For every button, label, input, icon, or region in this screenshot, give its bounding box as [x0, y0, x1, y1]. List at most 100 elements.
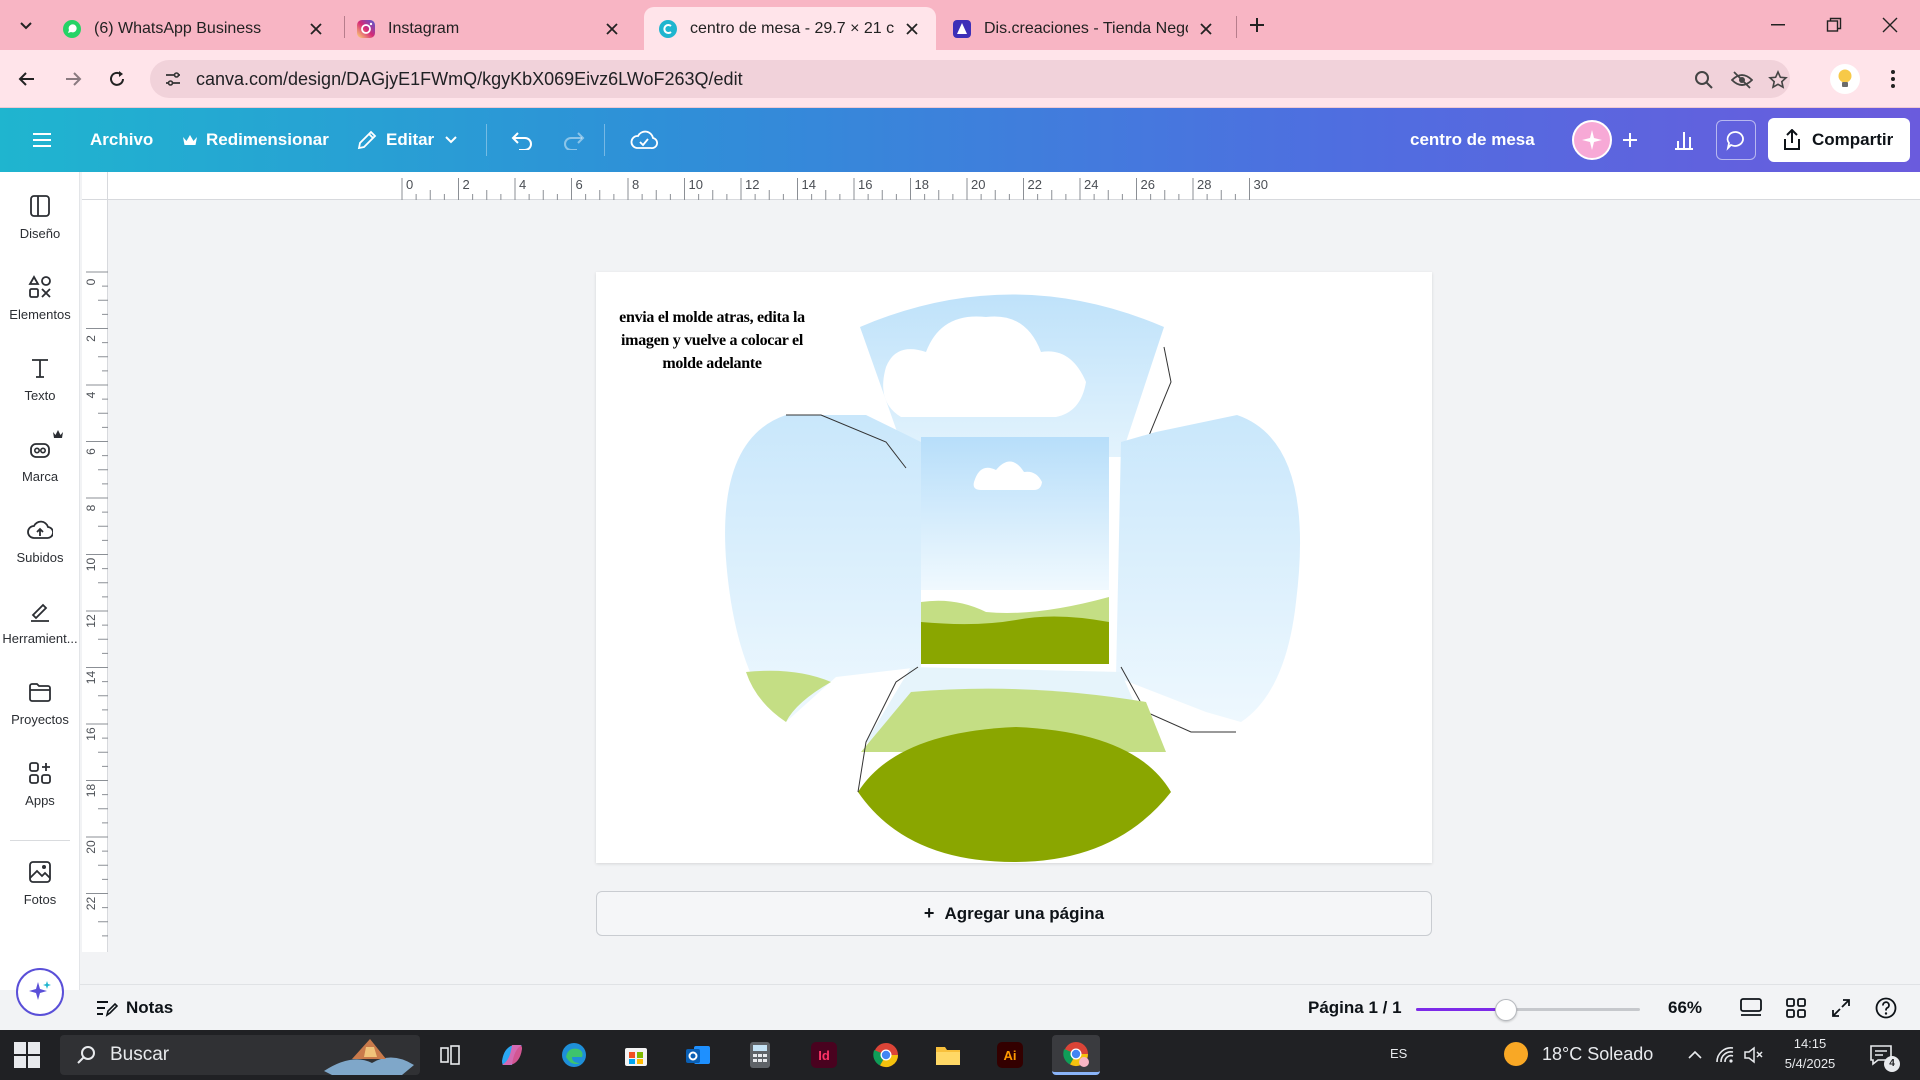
notes-button[interactable]: Notas	[96, 993, 173, 1023]
sidebar-item-tools[interactable]: Herramient...	[0, 585, 80, 657]
redo-button[interactable]	[552, 118, 596, 162]
sidebar-item-photos[interactable]: Fotos	[0, 846, 80, 918]
tab-instagram[interactable]: Instagram	[342, 7, 636, 50]
zoom-icon[interactable]	[1692, 68, 1716, 92]
tab-search-button[interactable]	[12, 12, 40, 38]
grid-view-button[interactable]	[1781, 993, 1811, 1023]
url-text: canva.com/design/DAGjyE1FWmQ/kgyKbX069Ei…	[196, 69, 743, 89]
tab-canva[interactable]: centro de mesa - 29.7 × 21 cm	[644, 7, 936, 50]
canva-icon	[659, 19, 677, 38]
wifi-icon[interactable]	[1714, 1044, 1736, 1066]
resize-button[interactable]: Redimensionar	[172, 118, 339, 162]
add-page-button[interactable]: + Agregar una página	[596, 891, 1432, 936]
forward-button[interactable]	[58, 64, 88, 94]
sidebar-item-projects[interactable]: Proyectos	[0, 666, 80, 738]
editor-footer: Notas Página 1 / 1 66%	[80, 984, 1920, 1030]
zoom-slider[interactable]	[1416, 999, 1640, 1021]
share-button[interactable]: Compartir	[1768, 118, 1910, 162]
close-icon[interactable]	[1196, 19, 1216, 39]
help-button[interactable]	[1871, 993, 1901, 1023]
page-view-button[interactable]	[1736, 993, 1766, 1023]
reload-button[interactable]	[102, 64, 132, 94]
close-window-button[interactable]	[1862, 8, 1918, 42]
outlook-icon[interactable]	[678, 1035, 718, 1075]
chevron-up-icon[interactable]	[1684, 1044, 1706, 1066]
close-icon[interactable]	[602, 19, 622, 39]
lightbulb-icon	[1838, 69, 1852, 87]
document-title[interactable]: centro de mesa	[1410, 130, 1535, 150]
svg-text:Id: Id	[818, 1048, 830, 1063]
sidebar-item-brand[interactable]: Marca	[0, 423, 80, 495]
close-icon[interactable]	[306, 19, 326, 39]
back-button[interactable]	[12, 64, 42, 94]
ruler-label: 16	[858, 177, 872, 192]
illustrator-icon[interactable]: Ai	[990, 1035, 1030, 1075]
minimize-button[interactable]	[1750, 8, 1806, 42]
ruler-label: 18	[915, 177, 929, 192]
new-tab-button[interactable]	[1244, 12, 1270, 38]
file-menu-button[interactable]: Archivo	[80, 118, 163, 162]
indesign-icon[interactable]: Id	[804, 1035, 844, 1075]
sidebar-item-design[interactable]: Diseño	[0, 180, 80, 252]
whatsapp-icon	[63, 19, 81, 38]
ruler-label: 6	[84, 448, 98, 455]
store-icon[interactable]	[616, 1035, 656, 1075]
address-bar[interactable]: canva.com/design/DAGjyE1FWmQ/kgyKbX069Ei…	[150, 60, 1790, 98]
sidebar-item-uploads[interactable]: Subidos	[0, 504, 80, 576]
add-collaborator-button[interactable]	[1610, 120, 1650, 160]
cloud-save-button[interactable]	[620, 118, 668, 162]
profile-avatar[interactable]	[1830, 64, 1860, 94]
tab-whatsapp[interactable]: (6) WhatsApp Business	[48, 7, 340, 50]
notification-center-button[interactable]: 4	[1866, 1042, 1900, 1072]
main-menu-button[interactable]	[24, 118, 60, 162]
canva-assistant-button[interactable]	[16, 968, 64, 1016]
tab-title: (6) WhatsApp Business	[94, 19, 262, 37]
bookmark-star-icon[interactable]	[1766, 68, 1790, 92]
vertical-ruler-ticks: 0 2 4 6 8 10 12 14 16 18 20 22	[84, 271, 108, 937]
search-highlight-illustration	[324, 1039, 414, 1075]
edit-menu-button[interactable]: Editar	[346, 118, 468, 162]
crown-icon	[182, 133, 198, 147]
file-explorer-icon[interactable]	[928, 1035, 968, 1075]
close-icon[interactable]	[902, 19, 922, 39]
tab-store[interactable]: Dis.creaciones - Tienda Negocio	[938, 7, 1230, 50]
header-divider	[604, 124, 605, 156]
horizontal-ruler-ticks: 0 2 4 6 8 10 12 14 16 18 20 22 24 26 28 30	[401, 177, 1268, 200]
calculator-icon[interactable]	[740, 1035, 780, 1075]
copilot-icon[interactable]	[492, 1035, 532, 1075]
user-avatar[interactable]	[1572, 120, 1612, 160]
close-icon	[1882, 17, 1898, 33]
browser-menu-button[interactable]	[1878, 64, 1908, 94]
chrome-profile-icon[interactable]	[1052, 1035, 1100, 1075]
file-menu-label: Archivo	[90, 130, 154, 149]
weather-widget[interactable]: 18°C Soleado	[1504, 1042, 1653, 1066]
fullscreen-button[interactable]	[1826, 993, 1856, 1023]
page-indicator[interactable]: Página 1 / 1	[1308, 998, 1402, 1018]
insights-button[interactable]	[1664, 120, 1704, 160]
undo-button[interactable]	[500, 118, 544, 162]
sidebar-item-elements[interactable]: Elementos	[0, 261, 80, 333]
eye-off-icon[interactable]	[1730, 68, 1754, 92]
sidebar-item-label: Subidos	[16, 549, 64, 565]
redo-icon	[564, 132, 585, 150]
windows-start-icon[interactable]	[14, 1042, 40, 1068]
task-view-icon[interactable]	[430, 1035, 470, 1075]
vertical-ruler: 0 2 4 6 8 10 12 14 16 18 20 22	[82, 200, 108, 952]
zoom-slider-thumb[interactable]	[1494, 999, 1517, 1021]
sidebar-item-apps[interactable]: Apps	[0, 747, 80, 819]
notes-label: Notas	[126, 998, 174, 1017]
comments-button[interactable]	[1716, 120, 1756, 160]
chrome-icon[interactable]	[866, 1035, 906, 1075]
edge-icon[interactable]	[554, 1035, 594, 1075]
volume-muted-icon[interactable]	[1742, 1044, 1764, 1066]
sidebar-item-text[interactable]: Texto	[0, 342, 80, 414]
design-page[interactable]: envia el molde atras, edita la imagen y …	[596, 272, 1432, 863]
restore-icon	[1826, 17, 1842, 32]
taskbar-clock[interactable]: 14:15 5/4/2025	[1770, 1034, 1850, 1074]
input-language[interactable]: ES	[1390, 1046, 1407, 1061]
site-info-icon[interactable]	[160, 66, 186, 92]
instruction-text[interactable]: envia el molde atras, edita la imagen y …	[614, 306, 810, 375]
ruler-label: 0	[406, 177, 413, 192]
restore-button[interactable]	[1806, 8, 1862, 42]
zoom-percentage[interactable]: 66%	[1668, 998, 1702, 1018]
